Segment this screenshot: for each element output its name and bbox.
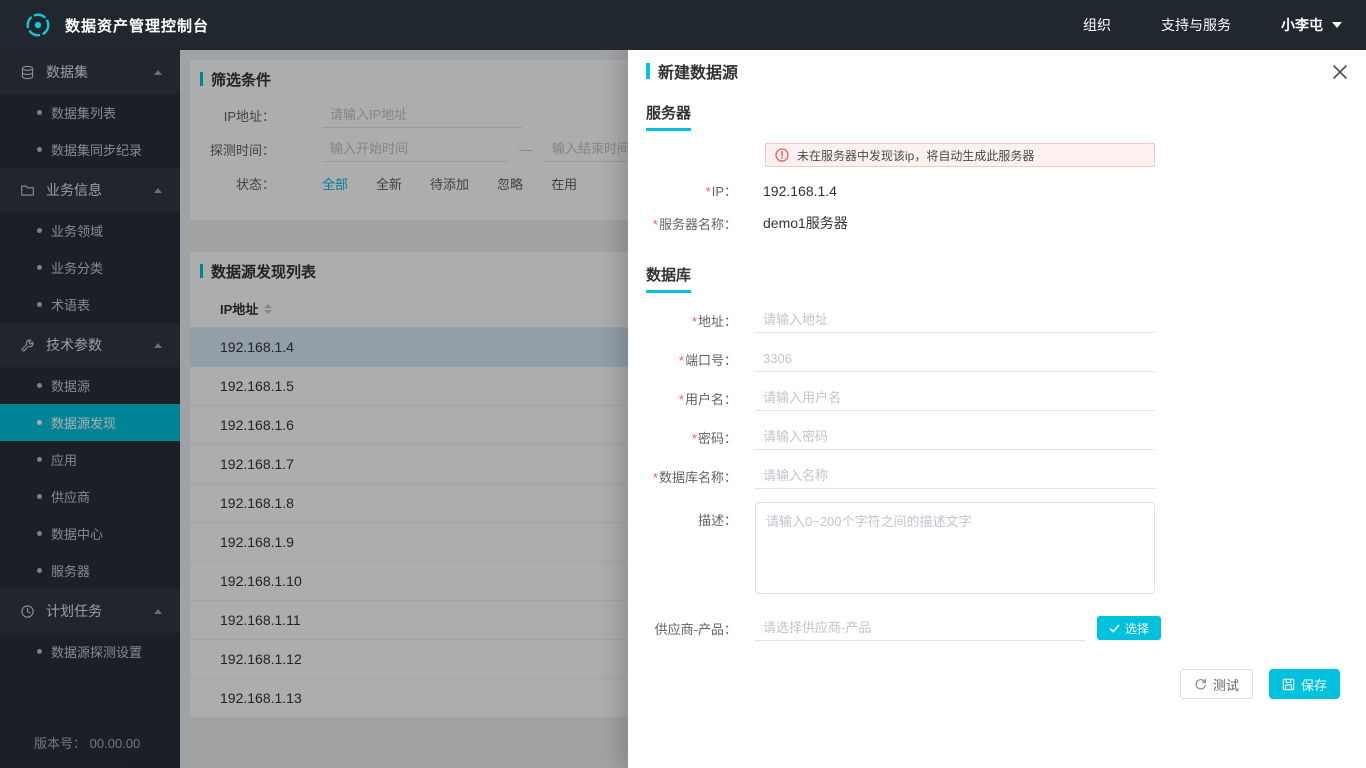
field-row-ip: *IP： 192.168.1.4 — [628, 181, 1366, 200]
field-row-port: *端口号： — [628, 346, 1366, 372]
server-alert: 未在服务器中发现该ip，将自动生成此服务器 — [765, 143, 1155, 167]
accent-bar — [646, 63, 650, 79]
required-asterisk: * — [691, 430, 697, 446]
topnav-support[interactable]: 支持与服务 — [1161, 15, 1231, 35]
field-row-server-name: *服务器名称： demo1服务器 — [628, 213, 1366, 233]
password-label: *密码： — [691, 430, 737, 446]
field-row-username: *用户名： — [628, 385, 1366, 411]
save-button[interactable]: 保存 — [1268, 669, 1340, 699]
field-row-address: *地址： — [628, 307, 1366, 333]
chevron-down-icon — [1332, 22, 1342, 28]
address-input[interactable] — [755, 307, 1155, 333]
user-name: 小李屯 — [1281, 17, 1323, 33]
alert-text: 未在服务器中发现该ip，将自动生成此服务器 — [797, 148, 1035, 163]
warning-icon — [775, 148, 789, 162]
required-asterisk: * — [705, 184, 711, 199]
drawer-footer: 测试 保存 — [628, 669, 1366, 699]
username-input[interactable] — [755, 385, 1155, 411]
field-row-password: *密码： — [628, 424, 1366, 450]
field-row-description: 描述： — [628, 502, 1366, 594]
drawer-title: 新建数据源 — [658, 65, 739, 82]
new-datasource-drawer: 新建数据源 服务器 未在服务器中发现该ip，将自动生成此服务器 *IP： 192… — [628, 50, 1366, 768]
app-logo-icon — [24, 11, 52, 39]
vendor-label: 供应商-产品： — [654, 621, 737, 637]
port-label: *端口号： — [678, 352, 737, 368]
refresh-icon — [1195, 678, 1207, 690]
drawer-header: 新建数据源 — [628, 50, 1366, 92]
top-navigation: 组织 支持与服务 小李屯 — [1033, 15, 1342, 35]
user-menu[interactable]: 小李屯 — [1281, 15, 1342, 35]
app-title: 数据资产管理控制台 — [65, 17, 210, 35]
username-label: *用户名： — [678, 391, 737, 407]
description-label: 描述： — [697, 513, 737, 528]
vendor-input[interactable] — [755, 615, 1085, 641]
server-section-title: 服务器 — [646, 102, 692, 131]
required-asterisk: * — [678, 391, 684, 407]
required-asterisk: * — [678, 352, 684, 368]
test-button[interactable]: 测试 — [1179, 669, 1253, 699]
server-name-value: demo1服务器 — [763, 215, 848, 231]
ip-value: 192.168.1.4 — [763, 182, 837, 199]
server-name-label: *服务器名称： — [652, 216, 737, 232]
port-input[interactable] — [755, 346, 1155, 372]
save-icon — [1282, 678, 1295, 690]
close-icon[interactable] — [1330, 62, 1350, 82]
topbar: 数据资产管理控制台 组织 支持与服务 小李屯 — [0, 0, 1366, 50]
dbname-input[interactable] — [755, 463, 1155, 489]
ip-field-label: *IP： — [705, 184, 737, 199]
required-asterisk: * — [652, 216, 658, 232]
required-asterisk: * — [691, 313, 697, 329]
dbname-label: *数据库名称： — [652, 469, 737, 485]
field-row-vendor: 供应商-产品： 选择 — [628, 615, 1366, 641]
description-textarea[interactable] — [755, 502, 1155, 594]
address-label: *地址： — [691, 313, 737, 329]
field-row-dbname: *数据库名称： — [628, 463, 1366, 489]
select-vendor-button[interactable]: 选择 — [1097, 616, 1162, 640]
check-icon — [1109, 624, 1120, 632]
required-asterisk: * — [652, 469, 658, 485]
password-input[interactable] — [755, 424, 1155, 450]
topnav-organization[interactable]: 组织 — [1083, 15, 1111, 35]
database-section-title: 数据库 — [646, 264, 692, 293]
